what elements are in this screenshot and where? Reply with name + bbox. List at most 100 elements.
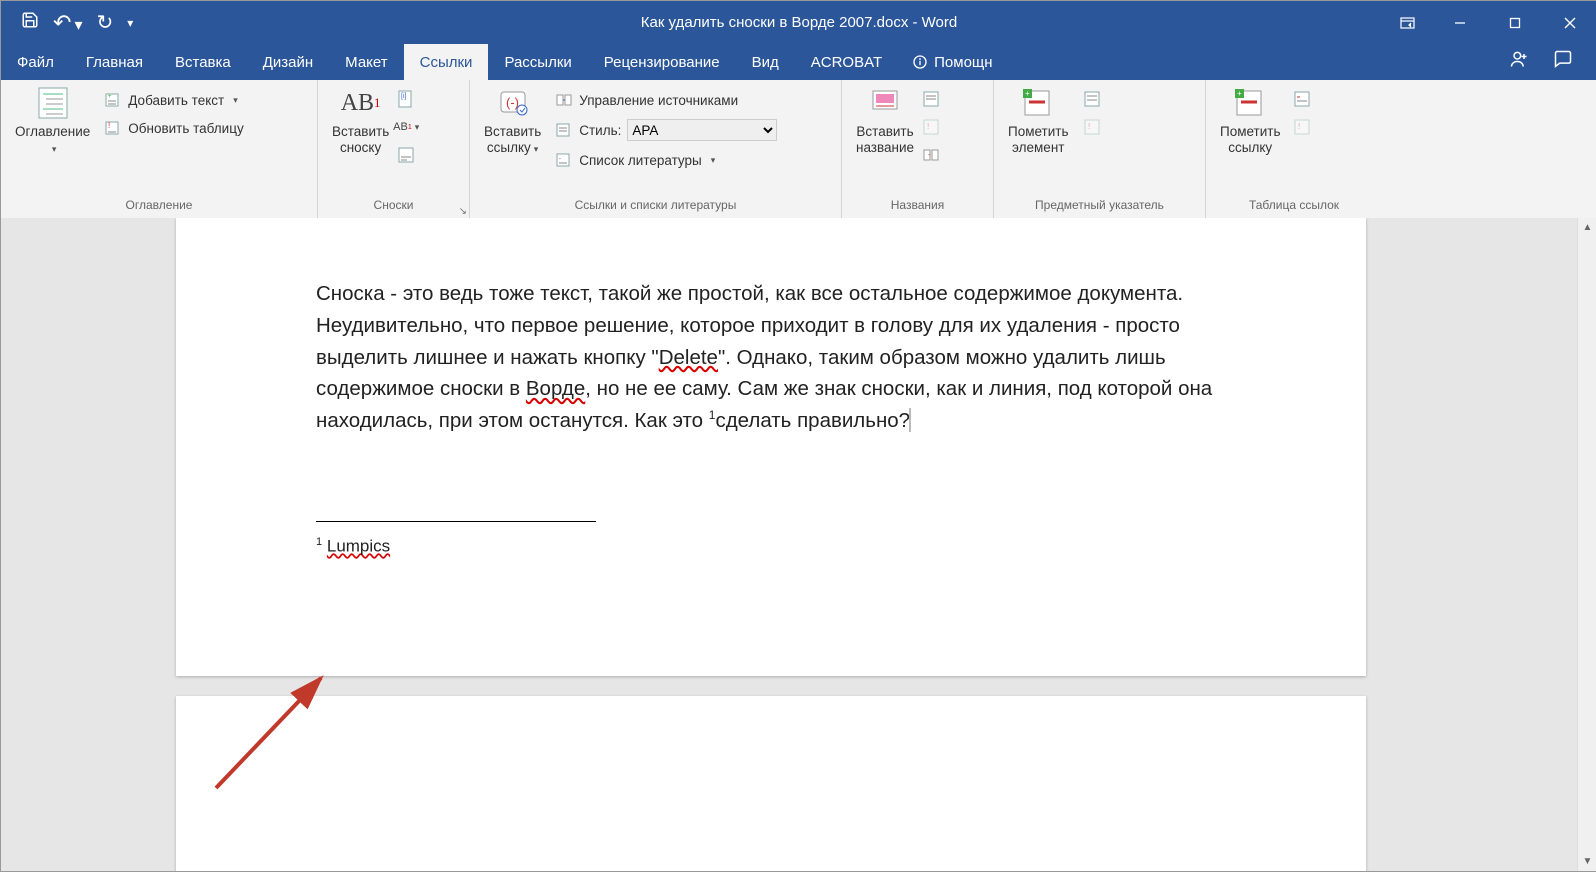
tab-home[interactable]: Главная	[70, 44, 159, 80]
svg-text:+: +	[1025, 89, 1030, 98]
redo-icon[interactable]: ↻	[96, 10, 113, 35]
page-1[interactable]: Сноска - это ведь тоже текст, такой же п…	[176, 218, 1366, 676]
group-toa-label: Таблица ссылок	[1214, 198, 1374, 218]
paragraph[interactable]: Сноска - это ведь тоже текст, такой же п…	[316, 278, 1246, 437]
minimize-button[interactable]	[1432, 1, 1487, 44]
toc-icon	[36, 86, 70, 120]
window-controls	[1382, 1, 1596, 44]
style-label: Стиль:	[579, 123, 621, 138]
show-notes-icon[interactable]	[397, 146, 415, 164]
update-index-icon[interactable]: !	[1083, 118, 1101, 136]
tell-me[interactable]: Помощн	[898, 44, 992, 80]
titlebar-right-icons	[1509, 44, 1596, 80]
group-toa: + Пометить ссылку ! Таблица ссылок	[1206, 80, 1382, 218]
tell-me-label: Помощн	[934, 54, 992, 71]
insert-index-icon[interactable]	[1083, 90, 1101, 108]
group-index: + Пометить элемент ! Предметный указател…	[994, 80, 1206, 218]
tab-design[interactable]: Дизайн	[247, 44, 329, 80]
insert-footnote-button[interactable]: AB1 Вставить сноску	[326, 84, 395, 158]
text-vorde: Ворде	[526, 377, 585, 400]
tab-review[interactable]: Рецензирование	[588, 44, 736, 80]
save-icon[interactable]	[21, 11, 39, 34]
insert-tof-icon[interactable]	[922, 90, 940, 108]
scroll-down-icon[interactable]: ▼	[1578, 852, 1596, 871]
bibliography-label: Список литературы	[579, 153, 702, 168]
scroll-up-icon[interactable]: ▲	[1578, 218, 1596, 237]
group-captions-label: Названия	[850, 198, 985, 218]
add-text-icon: +	[104, 91, 122, 109]
document-area[interactable]: Сноска - это ведь тоже текст, такой же п…	[1, 218, 1596, 871]
tab-insert[interactable]: Вставка	[159, 44, 247, 80]
group-citations-label: Ссылки и списки литературы	[478, 198, 833, 218]
text-delete: Delete	[659, 346, 718, 369]
footnote-content: Lumpics	[327, 537, 390, 556]
style-dropdown[interactable]: APA	[627, 119, 777, 141]
close-button[interactable]	[1542, 1, 1596, 44]
text-cursor	[909, 408, 911, 432]
undo-icon[interactable]: ↶▾	[53, 10, 82, 36]
mark-entry-icon: +	[1021, 86, 1055, 120]
tab-mailings[interactable]: Рассылки	[488, 44, 587, 80]
manage-sources-button[interactable]: Управление источниками	[553, 88, 779, 112]
insert-footnote-label: Вставить сноску	[332, 124, 389, 156]
document-title: Как удалить сноски в Ворде 2007.docx - W…	[1, 14, 1596, 31]
insert-caption-button[interactable]: Вставить название	[850, 84, 920, 158]
cross-ref-icon[interactable]: -	[922, 146, 940, 164]
ribbon: Оглавление▾ + Добавить текст▾ ! Обновить…	[1, 80, 1596, 219]
mark-entry-button[interactable]: + Пометить элемент	[1002, 84, 1075, 158]
tab-acrobat[interactable]: ACROBAT	[795, 44, 898, 80]
tab-layout[interactable]: Макет	[329, 44, 403, 80]
caption-icon	[868, 86, 902, 120]
citation-style: Стиль: APA	[553, 118, 779, 142]
group-captions: Вставить название ! - Названия	[842, 80, 994, 218]
group-footnotes: AB1 Вставить сноску [i] AB1▾ Сноски	[318, 80, 470, 218]
tab-references[interactable]: Ссылки	[404, 44, 489, 80]
footnote-number: 1	[316, 536, 322, 548]
group-toc: Оглавление▾ + Добавить текст▾ ! Обновить…	[1, 80, 318, 218]
svg-text:-: -	[559, 156, 561, 162]
update-tof-icon[interactable]: !	[922, 118, 940, 136]
update-toa-icon[interactable]: !	[1293, 118, 1311, 136]
toc-button[interactable]: Оглавление▾	[9, 84, 96, 158]
update-table-button[interactable]: ! Обновить таблицу	[102, 116, 245, 140]
style-icon	[555, 121, 573, 139]
svg-text:!: !	[1088, 122, 1090, 131]
insert-endnote-icon[interactable]: [i]	[397, 90, 415, 108]
insert-toa-icon[interactable]	[1293, 90, 1311, 108]
share-icon[interactable]	[1509, 49, 1529, 75]
mark-citation-button[interactable]: + Пометить ссылку	[1214, 84, 1287, 158]
toc-label: Оглавление	[15, 124, 90, 139]
vertical-scrollbar[interactable]: ▲ ▼	[1577, 218, 1596, 871]
next-footnote-icon[interactable]: AB1▾	[397, 118, 415, 136]
bibliography-button[interactable]: - Список литературы▾	[553, 148, 779, 172]
mark-citation-icon: +	[1233, 86, 1267, 120]
group-toc-label: Оглавление	[9, 198, 309, 218]
svg-text:+: +	[108, 94, 112, 100]
maximize-button[interactable]	[1487, 1, 1542, 44]
mark-citation-label: Пометить ссылку	[1220, 124, 1281, 156]
manage-sources-label: Управление источниками	[579, 93, 738, 108]
insert-caption-label: Вставить название	[856, 124, 914, 156]
add-text-button[interactable]: + Добавить текст▾	[102, 88, 245, 112]
group-footnotes-label: Сноски	[326, 198, 461, 218]
word-window: ↶▾ ↻ ▾ Как удалить сноски в Ворде 2007.d…	[0, 0, 1596, 872]
tab-file[interactable]: Файл	[1, 44, 70, 80]
quick-access-toolbar: ↶▾ ↻ ▾	[1, 10, 133, 36]
add-text-label: Добавить текст	[128, 93, 224, 108]
insert-citation-button[interactable]: (-) Вставить ссылку▾	[478, 84, 547, 158]
group-index-label: Предметный указатель	[1002, 198, 1197, 218]
tab-view[interactable]: Вид	[736, 44, 795, 80]
group-citations: (-) Вставить ссылку▾ Управление источник…	[470, 80, 842, 218]
update-label: Обновить таблицу	[128, 121, 243, 136]
update-icon: !	[104, 119, 122, 137]
title-bar: ↶▾ ↻ ▾ Как удалить сноски в Ворде 2007.d…	[1, 1, 1596, 44]
citation-icon: (-)	[496, 86, 530, 120]
svg-text:!: !	[927, 122, 929, 131]
manage-sources-icon	[555, 91, 573, 109]
svg-text:[i]: [i]	[401, 93, 407, 100]
page-2[interactable]	[176, 696, 1366, 871]
comments-icon[interactable]	[1553, 49, 1573, 75]
qat-customize-icon[interactable]: ▾	[127, 16, 133, 30]
ribbon-options-icon[interactable]	[1382, 1, 1432, 44]
footnote-text[interactable]: 1 Lumpics	[316, 536, 390, 557]
